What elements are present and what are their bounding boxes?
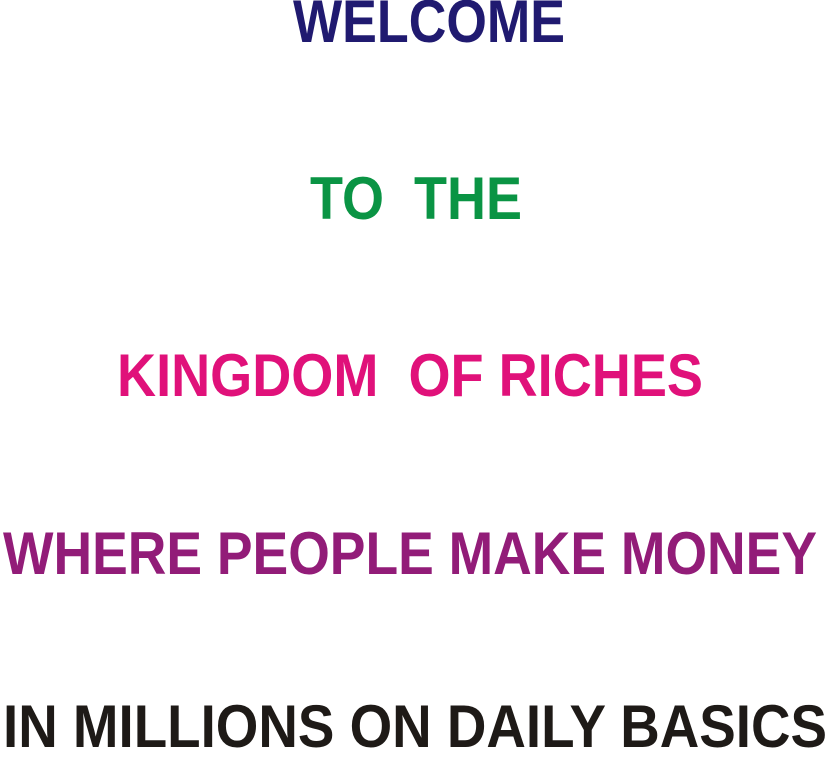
headline-to-the: TO THE <box>0 169 829 229</box>
headline-millions: IN MILLIONS ON DAILY BASICS <box>0 697 829 757</box>
millions-daily-text: IN MILLIONS ON DAILY BASICS <box>3 693 827 760</box>
kingdom-of-riches-text: KINGDOM OF RICHES <box>117 342 703 409</box>
headline-kingdom: KINGDOM OF RICHES <box>0 346 829 406</box>
headline-where-people: WHERE PEOPLE MAKE MONEY <box>0 524 829 584</box>
welcome-text: WELCOME <box>293 0 565 55</box>
headline-welcome: WELCOME <box>0 0 829 52</box>
where-people-make-money-text: WHERE PEOPLE MAKE MONEY <box>3 520 817 587</box>
to-the-text: TO THE <box>310 165 522 232</box>
